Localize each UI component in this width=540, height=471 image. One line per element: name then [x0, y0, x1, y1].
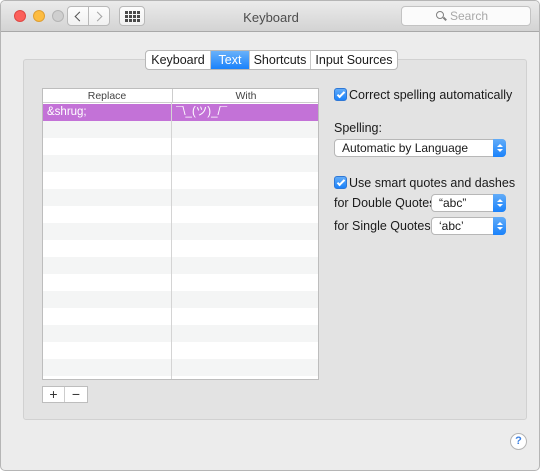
empty-row: [43, 291, 318, 308]
empty-row: [43, 274, 318, 291]
checkmark-icon: [336, 177, 345, 186]
add-remove-control: + −: [42, 386, 88, 403]
help-button[interactable]: ?: [510, 433, 527, 450]
column-divider: [171, 103, 172, 379]
table-row[interactable]: &shrug; ¯\_(ツ)_/¯: [43, 104, 318, 121]
replace-cell: &shrug;: [47, 106, 87, 118]
search-icon: [436, 11, 447, 21]
text-replacement-table[interactable]: Replace With &shrug; ¯\_(ツ)_/¯: [42, 88, 319, 380]
tab-bar: Keyboard Text Shortcuts Input Sources: [145, 50, 398, 70]
empty-row: [43, 240, 318, 257]
search-field[interactable]: [401, 6, 531, 26]
remove-replacement-button[interactable]: −: [65, 387, 87, 402]
column-header-replace[interactable]: Replace: [43, 89, 171, 103]
single-quotes-value: ‘abc’: [439, 219, 464, 233]
with-cell: ¯\_(ツ)_/¯: [176, 106, 228, 118]
single-quotes-label: for Single Quotes: [334, 219, 431, 233]
empty-row: [43, 223, 318, 240]
empty-row: [43, 257, 318, 274]
empty-row: [43, 359, 318, 376]
checkmark-icon: [336, 89, 345, 98]
empty-row: [43, 308, 318, 325]
column-header-with[interactable]: With: [172, 89, 318, 103]
title-bar: Keyboard: [1, 1, 539, 32]
double-quotes-popup[interactable]: “abc”: [431, 194, 506, 212]
table-rows: &shrug; ¯\_(ツ)_/¯: [43, 104, 318, 379]
add-replacement-button[interactable]: +: [43, 387, 65, 402]
empty-row: [43, 121, 318, 138]
preferences-window: Keyboard Keyboard Text Shortcuts Input S…: [0, 0, 540, 471]
empty-row: [43, 342, 318, 359]
spelling-language-popup[interactable]: Automatic by Language: [334, 139, 506, 157]
popup-arrows-icon: [493, 217, 506, 235]
spelling-label: Spelling:: [334, 121, 382, 135]
double-quotes-label: for Double Quotes: [334, 196, 436, 210]
double-quotes-value: “abc”: [439, 196, 467, 210]
tab-text[interactable]: Text: [211, 51, 250, 69]
popup-arrows-icon: [493, 194, 506, 212]
empty-row: [43, 155, 318, 172]
search-input[interactable]: [450, 9, 526, 23]
empty-row: [43, 325, 318, 342]
tab-keyboard[interactable]: Keyboard: [146, 51, 211, 69]
empty-row: [43, 376, 318, 379]
empty-row: [43, 172, 318, 189]
correct-spelling-label[interactable]: Correct spelling automatically: [349, 88, 512, 102]
single-quotes-popup[interactable]: ‘abc’: [431, 217, 506, 235]
correct-spelling-checkbox[interactable]: [334, 88, 347, 101]
smart-quotes-label[interactable]: Use smart quotes and dashes: [349, 176, 515, 190]
table-header: Replace With: [43, 89, 318, 103]
spelling-language-value: Automatic by Language: [342, 141, 469, 155]
tab-input-sources[interactable]: Input Sources: [311, 51, 397, 69]
empty-row: [43, 189, 318, 206]
empty-row: [43, 138, 318, 155]
empty-row: [43, 206, 318, 223]
smart-quotes-checkbox[interactable]: [334, 176, 347, 189]
tab-shortcuts[interactable]: Shortcuts: [250, 51, 311, 69]
popup-arrows-icon: [493, 139, 506, 157]
